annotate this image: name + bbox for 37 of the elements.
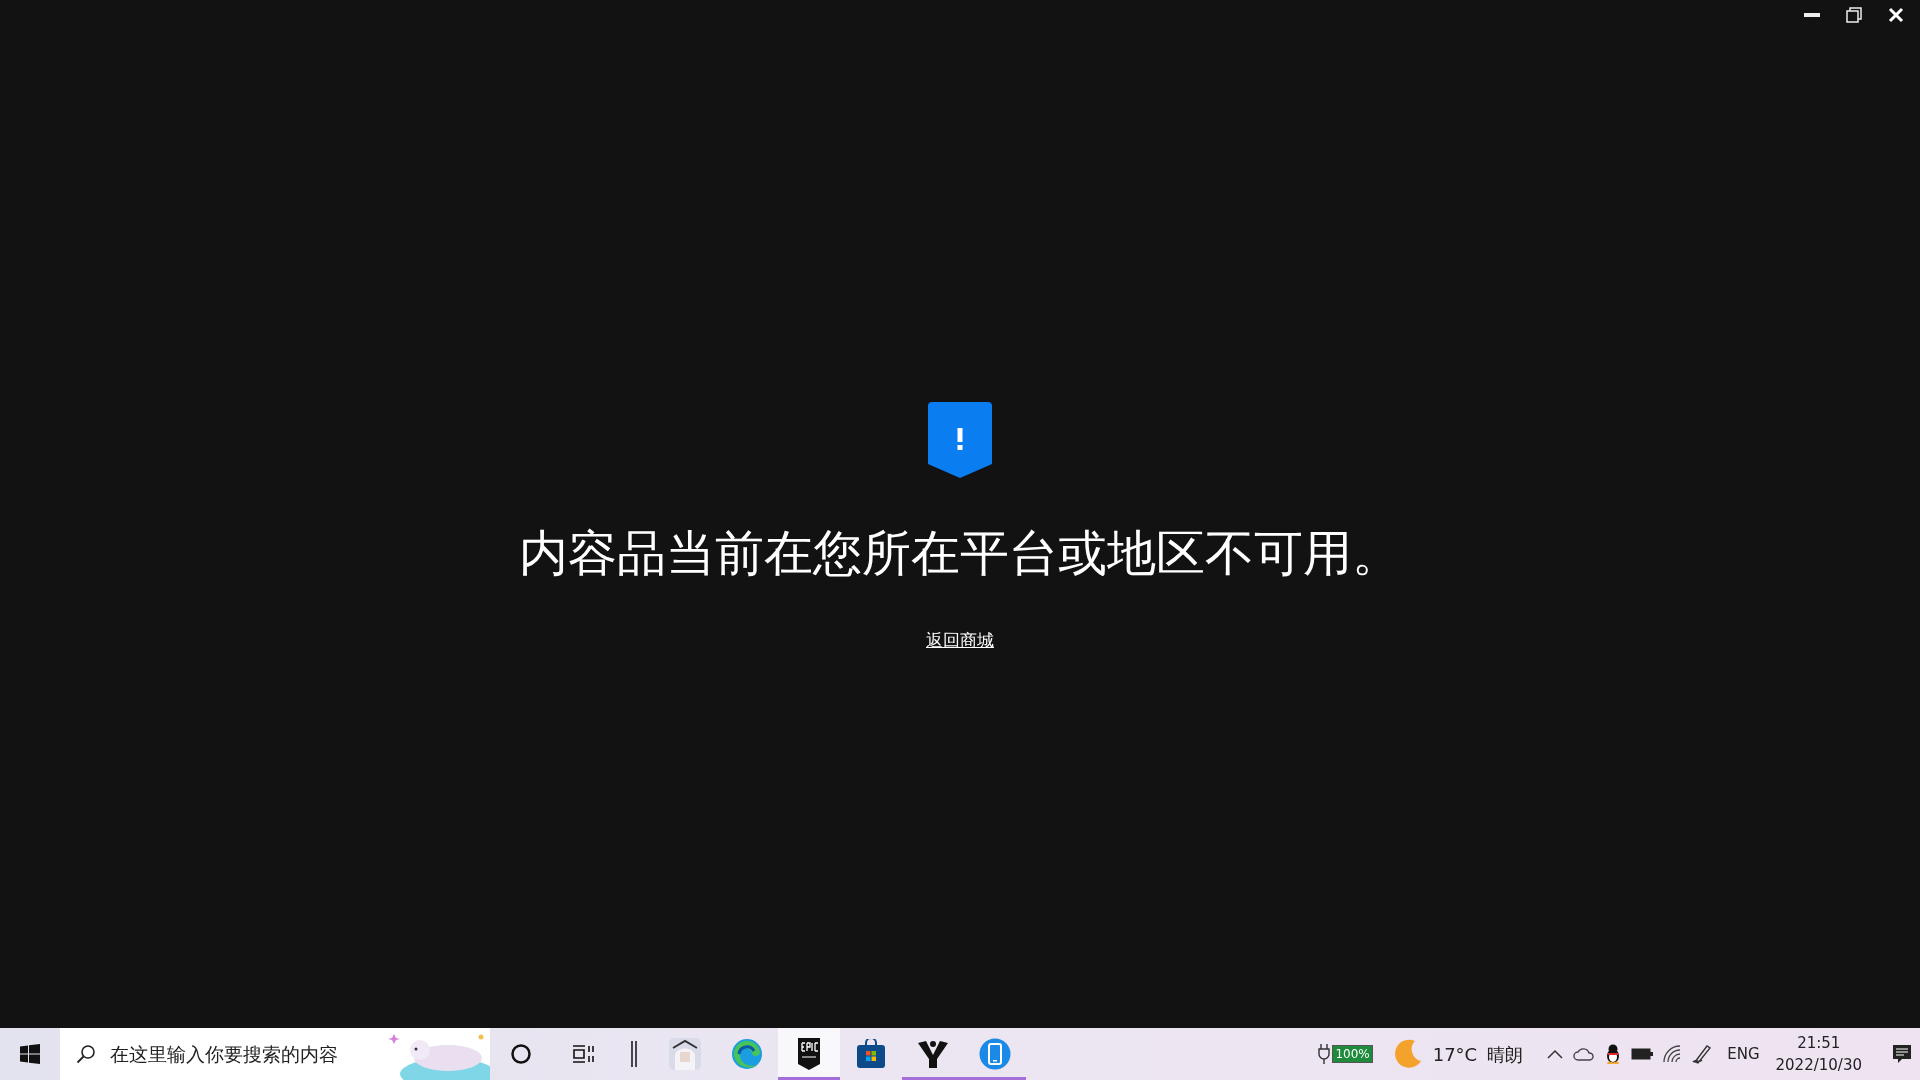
tripod-emblem-icon <box>917 1039 949 1069</box>
warning-shield-icon <box>928 402 992 478</box>
wifi-icon[interactable] <box>1663 1045 1682 1063</box>
close-icon <box>1888 7 1904 23</box>
moon-icon <box>1392 1039 1423 1069</box>
clock[interactable]: 21:51 2022/10/30 <box>1775 1032 1862 1076</box>
temperature[interactable]: 17°C <box>1432 1040 1478 1068</box>
input-language[interactable]: ENG <box>1727 1042 1760 1066</box>
clock-time: 21:51 <box>1797 1033 1841 1054</box>
error-message: 内容品当前在您所在平台或地区不可用。 <box>519 524 1401 584</box>
circle-icon <box>510 1043 532 1065</box>
phone-icon <box>979 1038 1011 1070</box>
taskbar-app-button[interactable] <box>778 1028 840 1080</box>
shopping-bag-icon <box>856 1039 886 1069</box>
penguin-icon[interactable] <box>1605 1044 1622 1064</box>
notification-icon[interactable] <box>1892 1044 1912 1064</box>
search-input[interactable]: 在这里输入你要搜索的内容 <box>110 1039 370 1069</box>
weather-condition[interactable]: 晴朗 <box>1487 1040 1524 1068</box>
battery-indicator[interactable]: 100% <box>1318 1044 1373 1064</box>
battery-icon[interactable] <box>1631 1048 1654 1060</box>
cloud-icon[interactable] <box>1573 1047 1596 1061</box>
swirl-icon <box>731 1038 763 1070</box>
back-to-store-link[interactable]: 返回商城 <box>926 628 994 654</box>
shield-logo-icon <box>796 1038 822 1070</box>
power-plug-icon <box>1318 1044 1331 1064</box>
clock-date: 2022/10/30 <box>1775 1055 1862 1076</box>
chevron-up-icon[interactable] <box>1547 1049 1564 1059</box>
pen-icon[interactable] <box>1691 1044 1714 1064</box>
windows-logo-icon <box>20 1044 40 1064</box>
restore-icon <box>1846 7 1862 23</box>
search-bar[interactable]: 在这里输入你要搜索的内容 <box>60 1028 490 1080</box>
double-bar-icon <box>630 1041 638 1067</box>
running-indicator <box>778 1077 840 1080</box>
task-view-icon <box>572 1044 594 1064</box>
battery-level: 100% <box>1332 1045 1373 1063</box>
search-icon <box>76 1044 96 1064</box>
minimize-icon <box>1804 13 1820 17</box>
